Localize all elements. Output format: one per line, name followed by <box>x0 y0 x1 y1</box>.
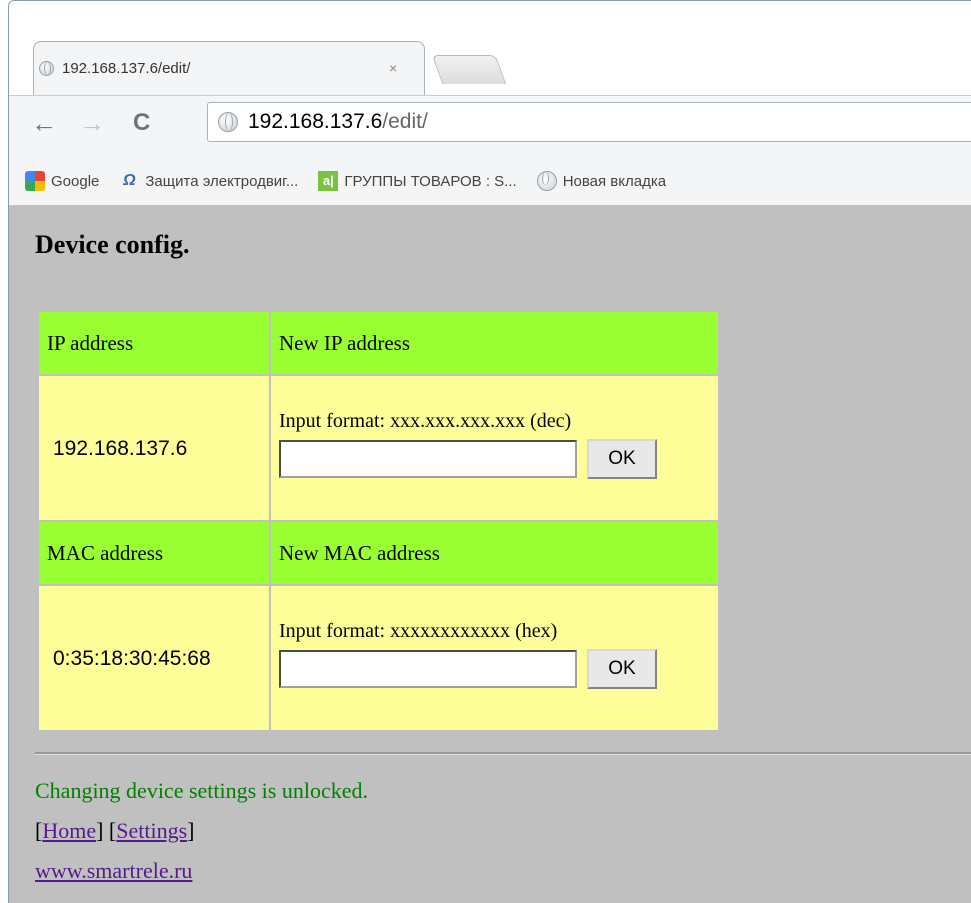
ohm-icon: Ω <box>123 172 136 189</box>
url-host: 192.168.137.6 <box>248 110 383 133</box>
bracket: ] <box>187 818 195 843</box>
address-bar[interactable]: 192.168.137.6/edit/ <box>207 102 971 142</box>
new-mac-input[interactable] <box>279 649 577 688</box>
ip-cell: 192.168.137.6 <box>39 376 269 520</box>
reload-icon[interactable]: C <box>133 108 150 138</box>
new-mac-cell: Input format: xxxxxxxxxxxx (hex) OK <box>271 586 718 730</box>
google-icon <box>25 171 45 191</box>
current-ip-value: 192.168.137.6 <box>53 436 188 460</box>
mac-cell: 0:35:18:30:45:68 <box>39 586 269 730</box>
ip-header: IP address <box>39 312 269 374</box>
bookmark-new-tab[interactable]: Новая вкладка <box>536 171 667 191</box>
ip-ok-button[interactable]: OK <box>587 438 657 479</box>
current-mac-value: 0:35:18:30:45:68 <box>53 646 211 670</box>
url-path: /edit/ <box>382 110 428 133</box>
tab-strip: 192.168.137.6/edit/ × <box>9 1 971 96</box>
mac-format-hint: Input format: xxxxxxxxxxxx (hex) <box>279 619 558 642</box>
close-icon[interactable]: × <box>389 53 397 83</box>
globe-icon <box>218 112 238 132</box>
settings-link[interactable]: Settings <box>116 818 187 843</box>
bracket: ] [ <box>96 818 117 843</box>
new-ip-header: New IP address <box>271 312 718 374</box>
browser-window: 192.168.137.6/edit/ × ← → C 192.168.137.… <box>8 0 971 903</box>
site-link[interactable]: www.smartrele.ru <box>35 858 192 884</box>
bookmark-product-groups[interactable]: a| ГРУППЫ ТОВАРОВ : S... <box>318 171 517 191</box>
status-text: Changing device settings is unlocked. <box>35 778 368 803</box>
bookmark-motor-protection[interactable]: Ω Защита электродвиг... <box>119 171 298 191</box>
bookmark-label: Google <box>51 172 100 190</box>
bookmark-google[interactable]: Google <box>25 171 99 191</box>
toolbar: ← → C 192.168.137.6/edit/ <box>9 95 971 158</box>
bookmark-label: Новая вкладка <box>562 172 667 190</box>
groups-icon: a| <box>318 171 339 191</box>
tab-title[interactable]: 192.168.137.6/edit/ <box>62 60 190 77</box>
bookmarks-bar: Google Ω Защита электродвиг... a| ГРУППЫ… <box>9 157 971 206</box>
page-title: Device config. <box>35 230 190 259</box>
new-ip-cell: Input format: xxx.xxx.xxx.xxx (dec) OK <box>271 376 718 520</box>
ip-input-row: OK <box>279 438 710 479</box>
new-ip-input[interactable] <box>279 439 577 478</box>
config-table: IP address New IP address 192.168.137.6 … <box>37 310 720 732</box>
bookmark-label: ГРУППЫ ТОВАРОВ : S... <box>344 172 517 190</box>
new-tab-button[interactable] <box>431 55 507 84</box>
mac-input-row: OK <box>279 648 710 689</box>
new-mac-header: New MAC address <box>271 522 718 584</box>
globe-icon <box>39 60 54 76</box>
globe-icon <box>536 171 557 191</box>
back-icon[interactable]: ← <box>31 108 57 138</box>
home-link[interactable]: Home <box>42 818 96 843</box>
mac-ok-button[interactable]: OK <box>587 648 657 689</box>
url-text: 192.168.137.6/edit/ <box>248 110 428 134</box>
bookmark-label: Защита электродвиг... <box>145 172 299 190</box>
ip-format-hint: Input format: xxx.xxx.xxx.xxx (dec) <box>279 409 572 432</box>
forward-icon[interactable]: → <box>79 108 105 138</box>
divider <box>35 752 971 755</box>
nav-links: [Home] [Settings] <box>35 818 194 844</box>
page-content: Device config. IP address New IP address… <box>9 206 971 903</box>
tab-content: 192.168.137.6/edit/ × <box>39 53 409 83</box>
mac-header: MAC address <box>39 522 269 584</box>
